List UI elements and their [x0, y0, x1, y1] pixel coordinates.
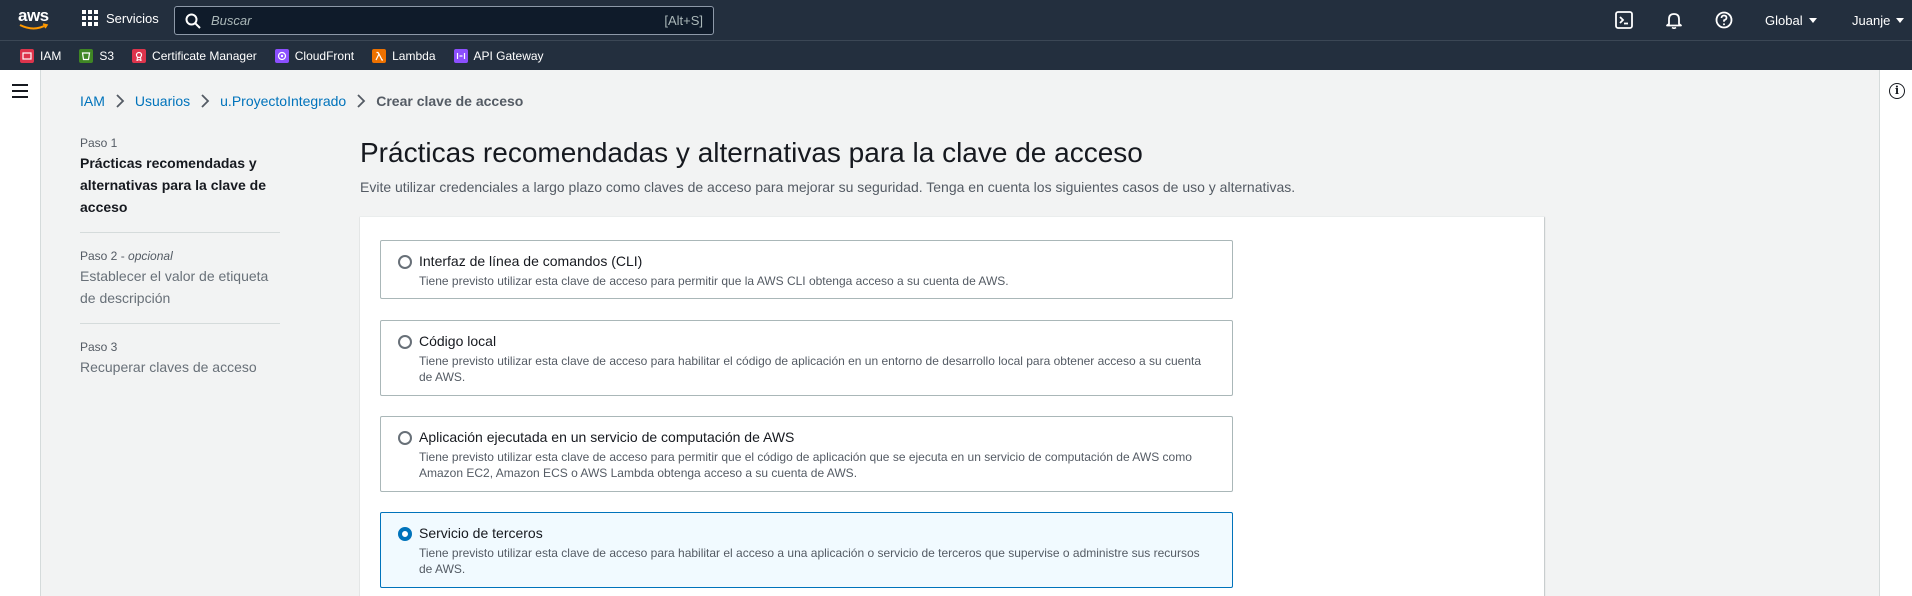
- favorite-label: API Gateway: [473, 48, 544, 63]
- option-title: Aplicación ejecutada en un servicio de c…: [419, 429, 795, 445]
- wizard-steps: Paso 1 Prácticas recomendadas y alternat…: [80, 134, 280, 406]
- favorite-label: CloudFront: [294, 48, 355, 63]
- favorite-s3[interactable]: S3: [79, 48, 115, 63]
- search-icon: [185, 13, 201, 29]
- chevron-right-icon: [201, 94, 210, 108]
- wizard-step-3: Paso 3 Recuperar claves de acceso: [80, 338, 280, 392]
- step-label: Paso 3: [80, 340, 118, 354]
- radio-button-selected[interactable]: [398, 527, 412, 541]
- grid-icon: [82, 10, 98, 26]
- chevron-right-icon: [357, 94, 366, 108]
- aws-logo-text: aws: [18, 6, 49, 25]
- search-input[interactable]: [211, 13, 665, 28]
- aws-logo[interactable]: aws: [18, 7, 52, 33]
- use-case-option-aws-compute[interactable]: Aplicación ejecutada en un servicio de c…: [380, 416, 1233, 492]
- account-menu[interactable]: Juanje: [1852, 13, 1905, 28]
- search-shortcut: [Alt+S]: [664, 13, 703, 28]
- s3-service-icon: [79, 48, 94, 63]
- page-title: Prácticas recomendadas y alternativas pa…: [360, 137, 1143, 168]
- option-title: Interfaz de línea de comandos (CLI): [419, 253, 643, 269]
- option-description: Tiene previsto utilizar esta clave de ac…: [419, 546, 1200, 576]
- option-title: Código local: [419, 333, 497, 349]
- step-title: Recuperar claves de acceso: [80, 359, 257, 375]
- favorites-bar: IAM S3 Certificate Manager CloudFront La…: [0, 40, 1912, 70]
- page-description: Evite utilizar credenciales a largo plaz…: [360, 179, 1296, 195]
- api-gateway-service-icon: [453, 48, 468, 63]
- lambda-service-icon: [372, 48, 387, 63]
- wizard-step-1: Paso 1 Prácticas recomendadas y alternat…: [80, 134, 280, 233]
- certificate-manager-service-icon: [132, 48, 147, 63]
- favorite-label: Certificate Manager: [152, 48, 257, 63]
- top-navigation: aws Servicios [Alt+S] Global: [0, 0, 1912, 40]
- favorite-api-gateway[interactable]: API Gateway: [453, 48, 544, 63]
- main-header: Prácticas recomendadas y alternativas pa…: [360, 135, 1295, 195]
- favorite-iam[interactable]: IAM: [20, 48, 62, 63]
- notifications-bell-icon[interactable]: [1665, 11, 1683, 29]
- cloudshell-icon[interactable]: [1615, 11, 1633, 29]
- favorite-label: Lambda: [392, 48, 436, 63]
- breadcrumb-link-users[interactable]: Usuarios: [135, 93, 190, 109]
- use-case-option-local-code[interactable]: Código local Tiene previsto utilizar est…: [380, 320, 1233, 396]
- breadcrumb-current: Crear clave de acceso: [376, 93, 524, 109]
- use-case-container: Interfaz de línea de comandos (CLI) Tien…: [360, 216, 1544, 596]
- user-label: Juanje: [1852, 13, 1891, 28]
- aws-smile-icon: [19, 23, 49, 30]
- cloudfront-service-icon: [274, 48, 289, 63]
- favorite-certificate-manager[interactable]: Certificate Manager: [132, 48, 257, 63]
- side-navigation-rail: [0, 70, 41, 596]
- option-title: Servicio de terceros: [419, 525, 543, 541]
- use-case-option-cli[interactable]: Interfaz de línea de comandos (CLI) Tien…: [380, 240, 1233, 299]
- iam-service-icon: [20, 48, 34, 63]
- breadcrumb-link-user[interactable]: u.ProyectoIntegrado: [220, 93, 346, 109]
- step-title-current: Prácticas recomendadas y alternativas pa…: [80, 155, 266, 215]
- breadcrumb: IAM Usuarios u.ProyectoIntegrado Crear c…: [80, 93, 523, 109]
- step-label: Paso 2 - opcional: [80, 249, 173, 263]
- radio-button[interactable]: [398, 431, 412, 445]
- chevron-down-icon: [1896, 18, 1905, 23]
- favorite-lambda[interactable]: Lambda: [372, 48, 436, 63]
- search-box[interactable]: [Alt+S]: [174, 6, 714, 35]
- step-title: Establecer el valor de etiqueta de descr…: [80, 268, 269, 306]
- radio-button[interactable]: [398, 255, 412, 269]
- step-label: Paso 1: [80, 136, 118, 150]
- chevron-right-icon: [116, 94, 125, 108]
- chevron-down-icon: [1808, 18, 1817, 23]
- favorite-label: IAM: [40, 48, 62, 63]
- region-selector[interactable]: Global: [1765, 13, 1817, 28]
- help-icon[interactable]: [1715, 11, 1733, 29]
- info-icon[interactable]: i: [1889, 83, 1905, 99]
- services-label: Servicios: [106, 10, 159, 26]
- wizard-step-2: Paso 2 - opcional Establecer el valor de…: [80, 247, 280, 324]
- radio-button[interactable]: [398, 335, 412, 349]
- hamburger-menu-icon[interactable]: [12, 84, 28, 98]
- favorite-cloudfront[interactable]: CloudFront: [274, 48, 355, 63]
- services-menu-button[interactable]: Servicios: [82, 10, 159, 26]
- use-case-option-third-party[interactable]: Servicio de terceros Tiene previsto util…: [380, 512, 1233, 588]
- option-description: Tiene previsto utilizar esta clave de ac…: [419, 274, 1009, 288]
- tools-panel-rail: i: [1879, 70, 1912, 596]
- region-label: Global: [1765, 13, 1803, 28]
- breadcrumb-link-iam[interactable]: IAM: [80, 93, 105, 109]
- step-optional-tag: opcional: [128, 249, 173, 263]
- favorite-label: S3: [99, 48, 115, 63]
- option-description: Tiene previsto utilizar esta clave de ac…: [419, 354, 1202, 384]
- option-description: Tiene previsto utilizar esta clave de ac…: [419, 450, 1192, 480]
